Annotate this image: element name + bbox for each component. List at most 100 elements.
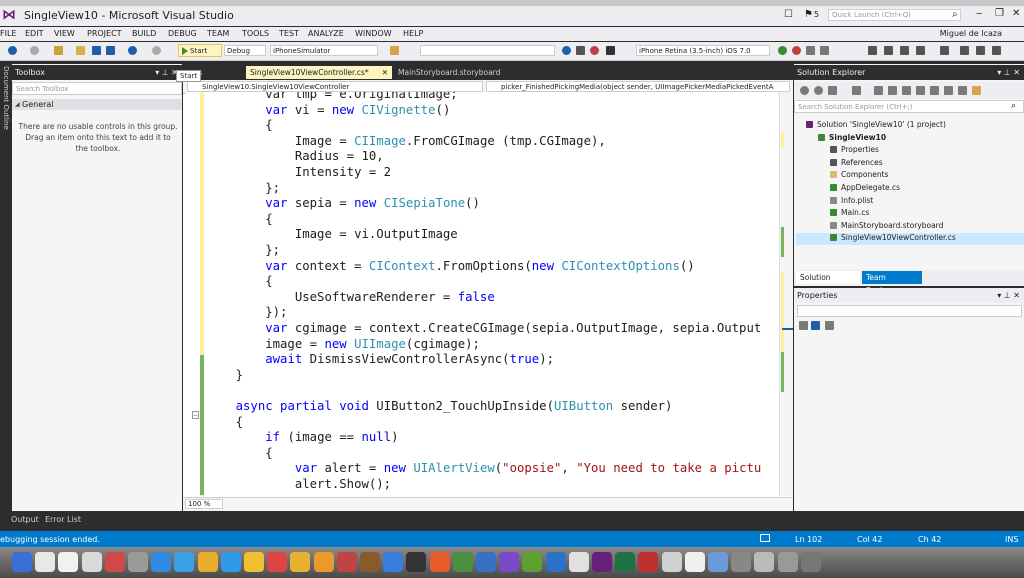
code-line[interactable]: alert.Show(); — [206, 476, 391, 492]
home-icon[interactable] — [828, 86, 837, 95]
code-line[interactable]: var cgimage = context.CreateCGImage(sepi… — [206, 320, 761, 336]
notifications-icon[interactable]: ⚑ — [804, 9, 813, 20]
refresh-icon[interactable] — [874, 86, 883, 95]
tree-item[interactable]: Main.cs — [830, 207, 869, 219]
tree-item[interactable]: References — [830, 157, 883, 169]
tree-item[interactable]: AppDelegate.cs — [830, 182, 900, 194]
undo-icon[interactable] — [128, 46, 137, 55]
toolbox-search-input[interactable]: Search Toolbox — [12, 82, 182, 95]
tree-item[interactable]: SingleView10 — [818, 132, 886, 144]
code-area[interactable]: var tmp = e.OriginalImage; var vi = new … — [186, 92, 778, 496]
code-line[interactable]: { — [206, 211, 272, 227]
code-line[interactable]: var vi = new CIVignette() — [206, 102, 450, 118]
collapse-all-icon[interactable] — [888, 86, 897, 95]
tab-error-list[interactable]: Error List — [45, 515, 81, 524]
layout-icon[interactable] — [576, 46, 585, 55]
tab-solution-explorer[interactable]: Solution Explorer — [796, 271, 860, 295]
dock-app-icon[interactable] — [336, 552, 357, 572]
properties-object-dropdown[interactable] — [797, 305, 1022, 317]
solution-explorer-search-input[interactable]: Search Solution Explorer (Ctrl+;) — [794, 100, 1024, 113]
restore-button[interactable]: ❐ — [995, 8, 1004, 19]
settings-icon[interactable] — [806, 46, 815, 55]
dock-app-icon[interactable] — [81, 552, 102, 572]
outdent-icon[interactable] — [900, 46, 909, 55]
new-project-icon[interactable] — [54, 46, 63, 55]
dock-app-icon[interactable] — [731, 552, 752, 572]
stop-icon[interactable] — [590, 46, 599, 55]
class-dropdown[interactable]: SingleView10.SingleView10ViewController — [187, 81, 483, 92]
pin-icon[interactable]: ▾ ⊥ ✕ — [997, 288, 1020, 303]
menu-analyze[interactable]: ANALYZE — [308, 29, 344, 38]
dock-app-icon[interactable] — [708, 552, 728, 572]
dock-app-icon[interactable] — [58, 552, 79, 572]
disconnect-icon[interactable] — [792, 46, 801, 55]
open-file-icon[interactable] — [76, 46, 85, 55]
member-dropdown[interactable]: picker_FinishedPickingMedia(object sende… — [486, 81, 790, 92]
dock-app-icon[interactable] — [476, 552, 496, 572]
check-icon[interactable] — [778, 46, 787, 55]
sync-icon[interactable] — [852, 86, 861, 95]
dock-app-icon[interactable] — [777, 552, 798, 572]
dock-app-icon[interactable] — [128, 552, 148, 572]
code-line[interactable]: image = new UIImage(cgimage); — [206, 336, 480, 352]
dock-app-icon[interactable] — [35, 552, 56, 572]
redo-icon[interactable] — [152, 46, 161, 55]
tree-item[interactable]: MainStoryboard.storyboard — [830, 220, 943, 232]
dock-app-icon[interactable] — [800, 552, 821, 572]
dock-app-icon[interactable] — [638, 552, 659, 572]
code-line[interactable]: Radius = 10, — [206, 148, 384, 164]
code-line[interactable]: var alert = new UIAlertView("oopsie", "Y… — [206, 460, 761, 476]
code-line[interactable]: { — [206, 414, 243, 430]
code-line[interactable]: Intensity = 2 — [206, 164, 391, 180]
configuration-dropdown[interactable]: Debug — [224, 45, 266, 56]
dock-app-icon[interactable] — [220, 552, 241, 572]
copy-icon[interactable] — [916, 86, 925, 95]
bookmark-clear-icon[interactable] — [992, 46, 1001, 55]
tree-item[interactable]: Properties — [830, 144, 879, 156]
dock-app-icon[interactable] — [684, 552, 705, 572]
wrench-icon[interactable] — [958, 86, 967, 95]
find-dropdown[interactable] — [420, 45, 555, 56]
menu-file[interactable]: FILE — [0, 29, 16, 38]
dock-app-icon[interactable] — [383, 552, 404, 572]
back-icon[interactable] — [800, 86, 809, 95]
menu-edit[interactable]: EDIT — [25, 29, 43, 38]
menu-build[interactable]: BUILD — [132, 29, 156, 38]
dock-app-icon[interactable] — [429, 552, 450, 572]
tab-storyboard[interactable]: MainStoryboard.storyboard — [394, 66, 504, 79]
code-line[interactable]: { — [206, 273, 272, 289]
code-line[interactable]: await DismissViewControllerAsync(true); — [206, 351, 554, 367]
dock-app-icon[interactable] — [104, 552, 125, 572]
dock-app-icon[interactable] — [499, 552, 520, 572]
alphabetical-icon[interactable] — [811, 321, 820, 330]
menu-tools[interactable]: TOOLS — [242, 29, 269, 38]
code-line[interactable]: }); — [206, 304, 287, 320]
forward-icon[interactable] — [30, 46, 39, 55]
user-name[interactable]: Miguel de Icaza — [940, 29, 1002, 38]
code-line[interactable]: } — [206, 367, 243, 383]
device-icon[interactable] — [606, 46, 615, 55]
forward-icon[interactable] — [814, 86, 823, 95]
code-line[interactable]: var context = CIContext.FromOptions(new … — [206, 258, 694, 274]
dock-app-icon[interactable] — [197, 552, 218, 572]
platform-dropdown[interactable]: iPhoneSimulator — [270, 45, 378, 56]
tab-viewcontroller[interactable]: SingleView10ViewController.cs* ✕ — [246, 66, 392, 79]
dock-app-icon[interactable] — [151, 552, 172, 572]
tab-team-explorer[interactable]: Team Explorer — [862, 271, 922, 295]
dock-app-icon[interactable] — [661, 552, 682, 572]
menu-window[interactable]: WINDOW — [355, 29, 392, 38]
dock-app-icon[interactable] — [568, 552, 589, 572]
code-line[interactable]: var sepia = new CISepiaTone() — [206, 195, 480, 211]
close-tab-icon[interactable]: ✕ — [382, 66, 388, 79]
dock-app-icon[interactable] — [360, 552, 380, 572]
close-button[interactable]: ✕ — [1012, 8, 1020, 19]
code-line[interactable]: UseSoftwareRenderer = false — [206, 289, 495, 305]
dock-app-icon[interactable] — [754, 552, 775, 572]
bookmark-prev-icon[interactable] — [976, 46, 985, 55]
dock-app-icon[interactable] — [174, 552, 195, 572]
collapse-triangle-icon[interactable]: ◢ — [15, 101, 20, 108]
info-icon[interactable] — [562, 46, 571, 55]
code-line[interactable]: }; — [206, 242, 280, 258]
menu-project[interactable]: PROJECT — [87, 29, 122, 38]
menu-test[interactable]: TEST — [279, 29, 299, 38]
